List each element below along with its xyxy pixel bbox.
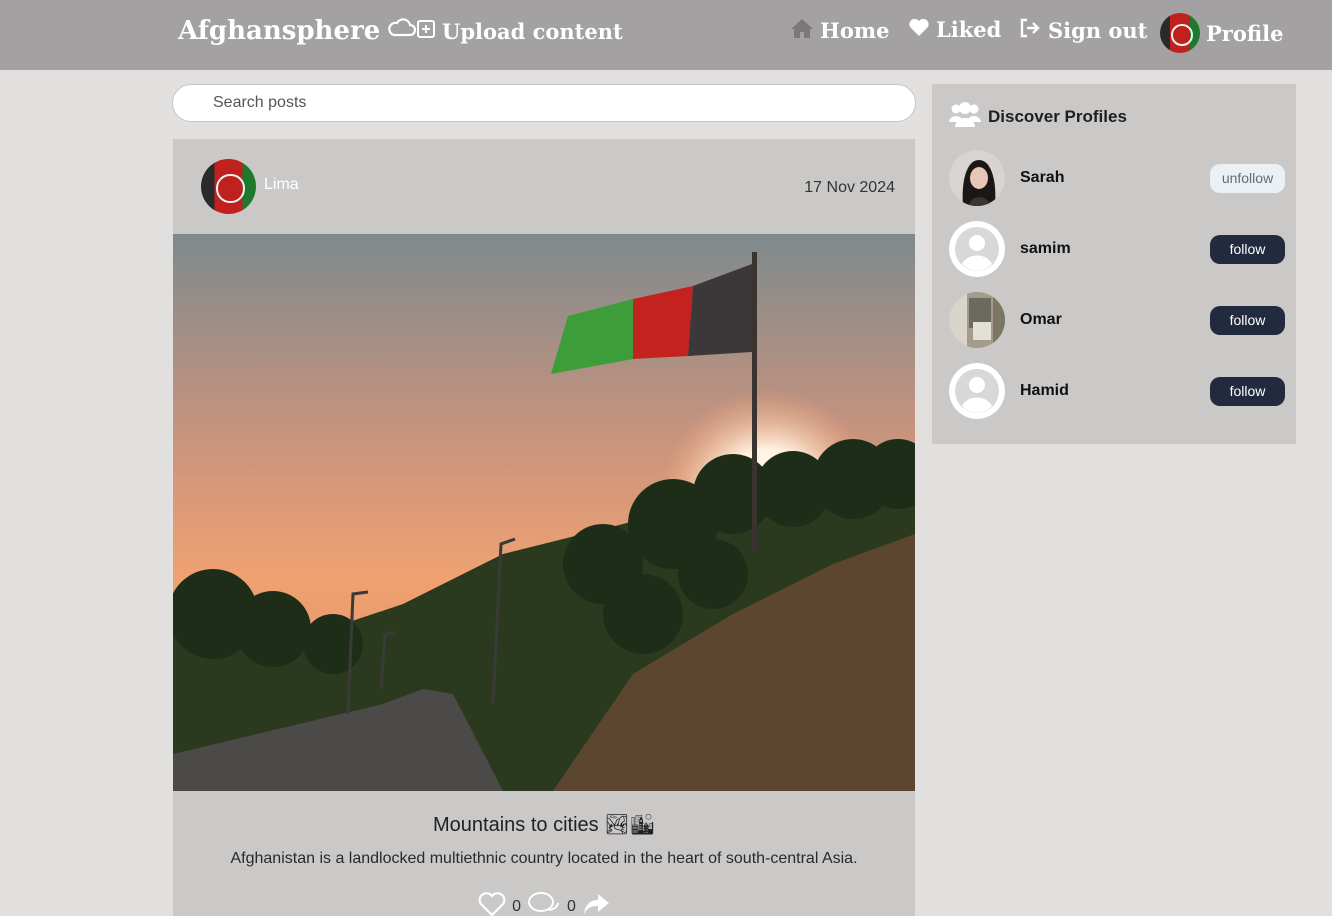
like-button[interactable]: 0 bbox=[478, 891, 521, 916]
comments-icon bbox=[527, 891, 561, 916]
follow-button[interactable]: follow bbox=[1210, 376, 1285, 406]
author-avatar[interactable] bbox=[201, 159, 256, 214]
brand-logo[interactable]: Afghansphere bbox=[178, 16, 418, 46]
profile-avatar bbox=[1160, 13, 1200, 53]
follow-button[interactable]: follow bbox=[1210, 234, 1285, 264]
home-label: Home bbox=[820, 18, 890, 43]
profile-row-hamid: Hamid follow bbox=[949, 363, 1285, 419]
home-link[interactable]: Home bbox=[790, 17, 889, 44]
omar-avatar[interactable] bbox=[949, 292, 1005, 348]
liked-link[interactable]: Liked bbox=[908, 17, 1001, 42]
upload-content-link[interactable]: Upload content bbox=[416, 19, 623, 44]
profile-label: Profile bbox=[1206, 20, 1284, 46]
profile-link[interactable]: Profile bbox=[1160, 13, 1283, 53]
sign-out-icon bbox=[1018, 17, 1042, 44]
liked-label: Liked bbox=[936, 17, 1002, 42]
home-icon bbox=[790, 17, 814, 44]
search-input[interactable] bbox=[172, 84, 916, 122]
profile-name[interactable]: Omar bbox=[1020, 311, 1210, 329]
post-actions: 0 0 bbox=[173, 891, 915, 916]
top-navbar: Afghansphere Upload content Home Liked S… bbox=[0, 0, 1332, 70]
sign-out-label: Sign out bbox=[1048, 18, 1148, 43]
cloud-icon bbox=[386, 16, 418, 46]
profile-row-omar: Omar follow bbox=[949, 292, 1285, 348]
post-title: Mountains to cities 🏞🏙 bbox=[433, 814, 655, 836]
discover-title: Discover Profiles bbox=[988, 106, 1127, 126]
profile-row-sarah: Sarah unfollow bbox=[949, 150, 1285, 206]
samim-avatar[interactable] bbox=[949, 221, 1005, 277]
upload-content-label: Upload content bbox=[442, 19, 623, 44]
comment-button[interactable]: 0 bbox=[527, 891, 576, 916]
hamid-avatar[interactable] bbox=[949, 363, 1005, 419]
like-count: 0 bbox=[512, 897, 521, 915]
discover-profiles-heading: Discover Profiles bbox=[948, 100, 1127, 133]
profile-row-samim: samim follow bbox=[949, 221, 1285, 277]
sign-out-link[interactable]: Sign out bbox=[1018, 17, 1147, 44]
follow-button[interactable]: follow bbox=[1210, 305, 1285, 335]
profile-name[interactable]: Sarah bbox=[1020, 169, 1210, 187]
author-name[interactable]: Lima bbox=[264, 176, 299, 194]
heart-icon bbox=[908, 17, 930, 42]
post-image bbox=[173, 234, 915, 791]
comment-count: 0 bbox=[567, 897, 576, 915]
post-author[interactable]: Lima bbox=[201, 159, 299, 214]
share-button[interactable] bbox=[582, 892, 610, 916]
heart-outline-icon bbox=[478, 891, 506, 916]
users-icon bbox=[948, 100, 982, 133]
unfollow-button[interactable]: unfollow bbox=[1210, 163, 1285, 193]
post-description: Afghanistan is a landlocked multiethnic … bbox=[230, 850, 858, 867]
profile-name[interactable]: Hamid bbox=[1020, 382, 1210, 400]
post-card: Lima 17 Nov 2024 Mountains to cities 🏞🏙 … bbox=[173, 139, 915, 916]
discover-profiles-panel: Discover Profiles Sarah unfollow samim f… bbox=[932, 84, 1296, 444]
brand-name: Afghansphere bbox=[178, 16, 381, 46]
post-date: 17 Nov 2024 bbox=[804, 179, 895, 196]
share-icon bbox=[582, 892, 610, 916]
profile-name[interactable]: samim bbox=[1020, 240, 1210, 258]
sarah-avatar[interactable] bbox=[949, 150, 1005, 206]
plus-square-icon bbox=[416, 19, 436, 44]
